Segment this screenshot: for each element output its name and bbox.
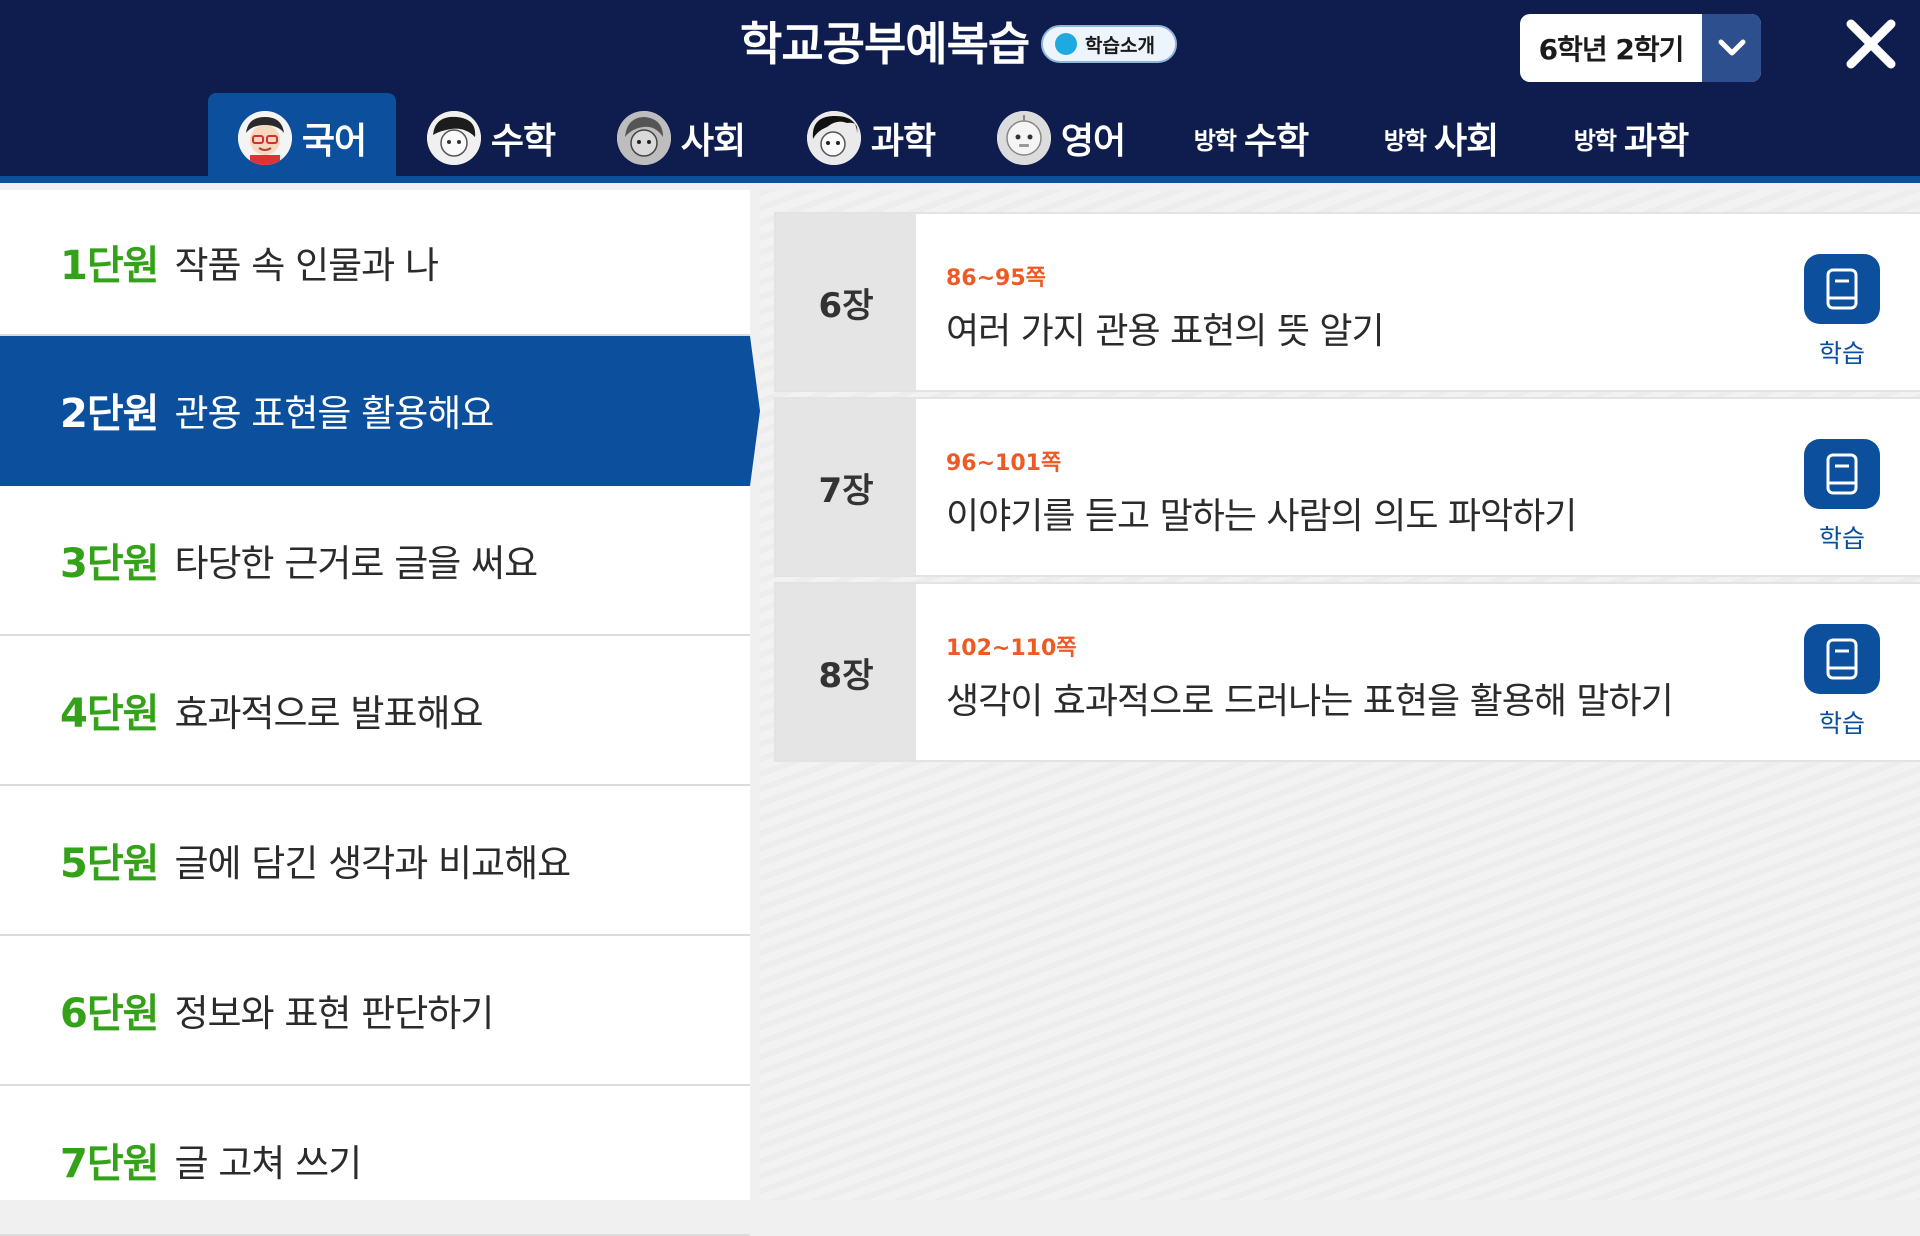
subject-tabs: 국어 수학 사회 과학 영어 방학 수학 방학 사회 방학 과학 bbox=[208, 93, 1726, 183]
unit-item-7[interactable]: 7단원 글 고쳐 쓰기 bbox=[0, 1086, 750, 1236]
tab-prefix: 방학 bbox=[1573, 126, 1617, 155]
page-range: 102~110쪽 bbox=[946, 636, 1077, 661]
unit-item-1[interactable]: 1단원 작품 속 인물과 나 bbox=[0, 190, 750, 336]
study-button[interactable]: 학습 bbox=[1804, 439, 1880, 555]
study-label: 학습 bbox=[1818, 524, 1865, 553]
dot-icon bbox=[1055, 33, 1077, 55]
lesson-list: 6장 86~95쪽 여러 가지 관용 표현의 뜻 알기 학습 7장 96~101… bbox=[760, 190, 1920, 1200]
study-button[interactable]: 학습 bbox=[1804, 254, 1880, 370]
tab-label: 수학 bbox=[1243, 121, 1309, 162]
study-label: 학습 bbox=[1818, 339, 1865, 368]
unit-title: 작품 속 인물과 나 bbox=[174, 244, 439, 287]
tab-label: 사회 bbox=[1433, 121, 1499, 162]
chapter-number: 6장 bbox=[776, 214, 916, 390]
unit-item-5[interactable]: 5단원 글에 담긴 생각과 비교해요 bbox=[0, 786, 750, 936]
robot-avatar-icon bbox=[996, 111, 1051, 165]
lesson-card[interactable]: 7장 96~101쪽 이야기를 듣고 말하는 사람의 의도 파악하기 학습 bbox=[774, 397, 1920, 577]
tab-label: 사회 bbox=[680, 121, 746, 162]
tab-label: 수학 bbox=[490, 121, 556, 162]
unit-number: 7단원 bbox=[60, 1141, 159, 1187]
tab-label: 영어 bbox=[1060, 121, 1126, 162]
unit-item-2[interactable]: 2단원 관용 표현을 활용해요 bbox=[0, 336, 760, 486]
unit-title: 글 고쳐 쓰기 bbox=[174, 1142, 362, 1185]
teacher-avatar-icon bbox=[237, 111, 292, 165]
tab-english[interactable]: 영어 bbox=[966, 93, 1156, 183]
grade-label: 6학년 2학기 bbox=[1538, 33, 1685, 66]
top-bar: 학교공부예복습 학습소개 6학년 2학기 국어 수학 사회 과학 영어 방학 수… bbox=[0, 0, 1920, 183]
page-range: 96~101쪽 bbox=[946, 451, 1062, 476]
lesson-card[interactable]: 8장 102~110쪽 생각이 효과적으로 드러나는 표현을 활용해 말하기 학… bbox=[774, 582, 1920, 762]
app-title: 학교공부예복습 bbox=[740, 17, 1030, 71]
close-icon[interactable] bbox=[1839, 12, 1903, 76]
unit-title: 관용 표현을 활용해요 bbox=[174, 392, 494, 435]
book-icon bbox=[1804, 254, 1880, 324]
tab-vacation-science[interactable]: 방학 과학 bbox=[1536, 93, 1726, 183]
intro-button[interactable]: 학습소개 bbox=[1041, 25, 1177, 63]
character-avatar-icon bbox=[806, 111, 861, 165]
unit-title: 글에 담긴 생각과 비교해요 bbox=[174, 842, 571, 885]
grade-select[interactable]: 6학년 2학기 bbox=[1520, 14, 1761, 82]
unit-list: 1단원 작품 속 인물과 나 2단원 관용 표현을 활용해요 3단원 타당한 근… bbox=[0, 190, 760, 1236]
tab-prefix: 방학 bbox=[1193, 126, 1237, 155]
unit-item-4[interactable]: 4단원 효과적으로 발표해요 bbox=[0, 636, 750, 786]
book-icon bbox=[1804, 439, 1880, 509]
character-avatar-icon bbox=[616, 111, 671, 165]
unit-number: 4단원 bbox=[60, 691, 159, 737]
unit-item-6[interactable]: 6단원 정보와 표현 판단하기 bbox=[0, 936, 750, 1086]
lesson-title: 이야기를 듣고 말하는 사람의 의도 파악하기 bbox=[946, 496, 1577, 537]
tab-math[interactable]: 수학 bbox=[396, 93, 586, 183]
page-range: 86~95쪽 bbox=[946, 266, 1046, 291]
unit-item-3[interactable]: 3단원 타당한 근거로 글을 써요 bbox=[0, 486, 750, 636]
unit-number: 1단원 bbox=[60, 243, 159, 289]
unit-number: 3단원 bbox=[60, 541, 159, 587]
intro-label: 학습소개 bbox=[1085, 34, 1155, 57]
unit-number: 2단원 bbox=[60, 391, 159, 437]
tab-label: 과학 bbox=[1623, 121, 1689, 162]
chapter-number: 8장 bbox=[776, 584, 916, 760]
tab-prefix: 방학 bbox=[1383, 126, 1427, 155]
tab-label: 과학 bbox=[870, 121, 936, 162]
tab-vacation-social[interactable]: 방학 사회 bbox=[1346, 93, 1536, 183]
unit-number: 6단원 bbox=[60, 991, 159, 1037]
chapter-number: 7장 bbox=[776, 399, 916, 575]
tab-label: 국어 bbox=[301, 121, 367, 162]
lesson-title: 생각이 효과적으로 드러나는 표현을 활용해 말하기 bbox=[946, 681, 1674, 722]
tab-korean[interactable]: 국어 bbox=[208, 93, 396, 183]
lesson-card[interactable]: 6장 86~95쪽 여러 가지 관용 표현의 뜻 알기 학습 bbox=[774, 212, 1920, 392]
book-icon bbox=[1804, 624, 1880, 694]
tab-social[interactable]: 사회 bbox=[586, 93, 776, 183]
unit-title: 타당한 근거로 글을 써요 bbox=[174, 542, 538, 585]
chevron-down-icon[interactable] bbox=[1702, 14, 1761, 82]
unit-title: 정보와 표현 판단하기 bbox=[174, 992, 494, 1035]
study-label: 학습 bbox=[1818, 709, 1865, 738]
tab-vacation-math[interactable]: 방학 수학 bbox=[1156, 93, 1346, 183]
unit-number: 5단원 bbox=[60, 841, 159, 887]
unit-title: 효과적으로 발표해요 bbox=[174, 692, 483, 735]
lesson-title: 여러 가지 관용 표현의 뜻 알기 bbox=[946, 311, 1385, 352]
character-avatar-icon bbox=[426, 111, 481, 165]
tab-science[interactable]: 과학 bbox=[776, 93, 966, 183]
study-button[interactable]: 학습 bbox=[1804, 624, 1880, 740]
